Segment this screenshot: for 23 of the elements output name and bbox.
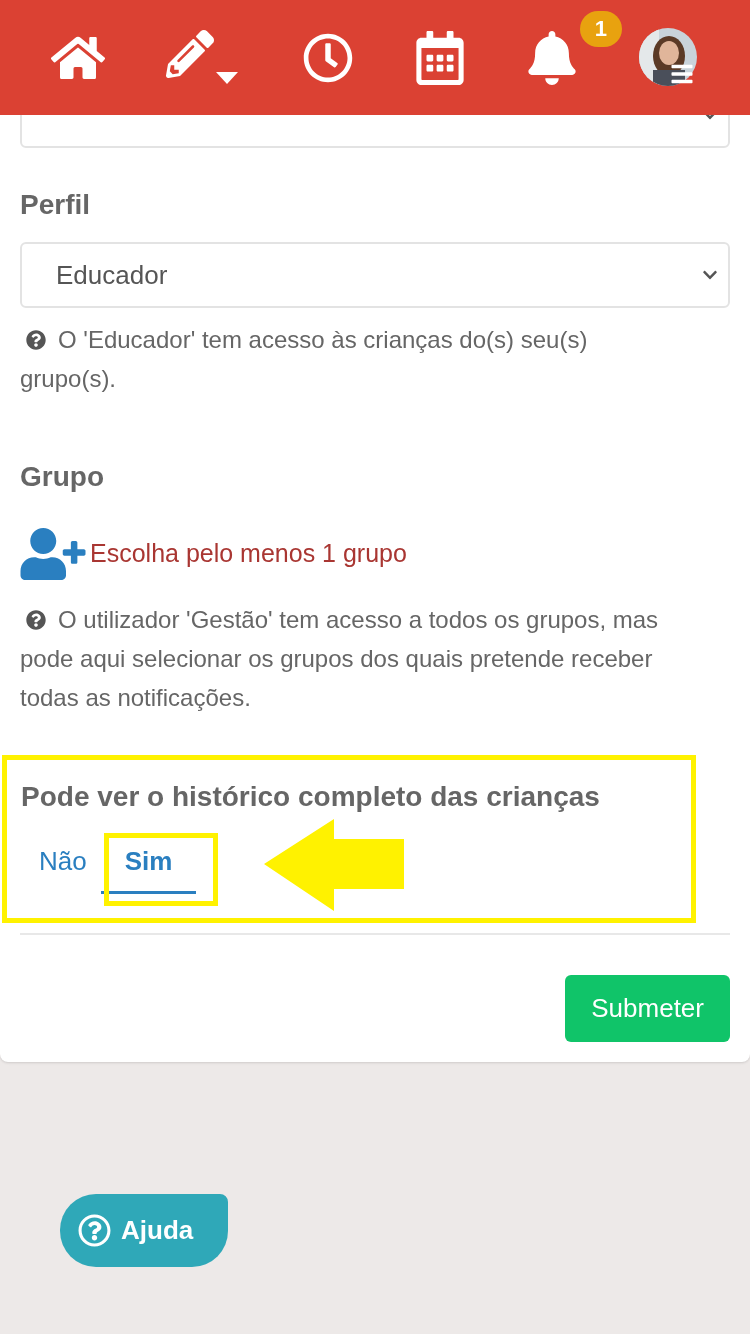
question-icon [26,610,46,630]
field-label: Grupo [20,460,105,494]
field-label: Pode ver o histórico completo das crianças [21,780,601,814]
help-button[interactable]: Ajuda [60,1194,228,1267]
help-text: O 'Educador' tem acesso às crianças do(s) seu(s) grupo(s). [20,325,589,394]
calendar-icon[interactable] [414,30,465,85]
field-label: Perfil [20,188,92,222]
pencil-icon [166,29,214,78]
submit-button[interactable]: Submeter [565,975,730,1042]
question-icon [26,330,46,350]
select-field[interactable]: Educador [20,242,730,308]
caret-icon [216,71,238,84]
arrow-icon [264,819,404,911]
help-text: O utilizador 'Gestão' tem acesso a todos os grupos, mas pode aqui selecionar os grupos dos quais pretende receber todas as notificações. [20,605,660,713]
add-user-icon [20,528,86,580]
option-tab[interactable]: Sim [100,840,197,894]
add-group-link[interactable]: Escolha pelo menos 1 grupo [20,528,730,580]
option-tab[interactable]: Não [29,840,97,894]
select-value: Educador [56,258,168,292]
question-icon [78,1214,111,1247]
notification-badge: 1 [579,10,622,47]
clock-icon[interactable] [303,32,354,83]
bell-icon[interactable] [525,30,578,85]
